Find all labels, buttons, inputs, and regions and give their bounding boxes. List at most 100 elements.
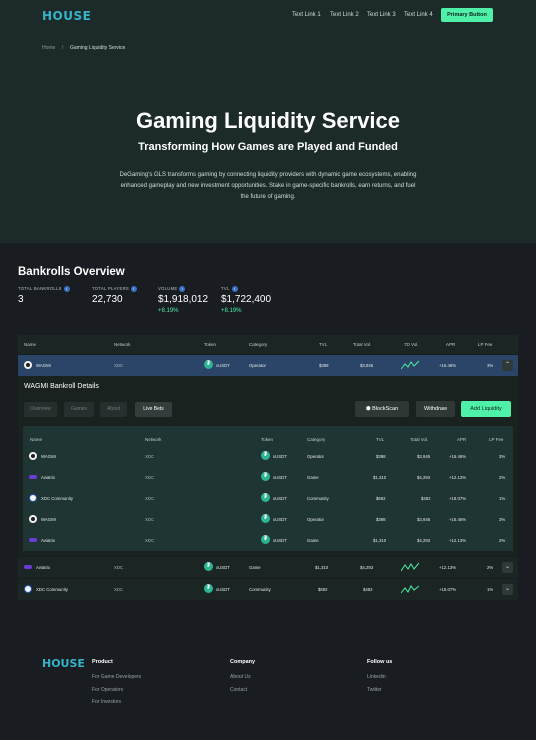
- hero-section: HOUSE Text Link 1 Text Link 2 Text Link …: [0, 0, 536, 243]
- row-tvl: $1,310: [373, 475, 387, 480]
- logo[interactable]: HOUSE: [42, 9, 91, 23]
- row-category: Community: [249, 587, 271, 592]
- xdc-avatar-icon: [29, 494, 37, 502]
- bankroll-details-panel: WAGMI Bankroll Details Overview Games Ab…: [18, 376, 518, 556]
- footer-link-linkedin[interactable]: Linkedin: [367, 674, 386, 680]
- row-token: xUSDT: [216, 565, 230, 570]
- column-header-apr[interactable]: APR: [446, 342, 455, 347]
- row-apr: +16.46%: [449, 517, 467, 522]
- row-name: Aviatrix: [36, 565, 51, 570]
- info-icon[interactable]: i: [131, 286, 138, 292]
- row-tvl: $692: [318, 587, 328, 592]
- row-total-vol: $3,945: [360, 363, 374, 368]
- column-header-token[interactable]: Token: [261, 437, 273, 442]
- table-header: Name Network Token Category TVL Total Vo…: [18, 335, 518, 354]
- chevron-up-icon[interactable]: ⌃: [502, 360, 513, 371]
- column-header-total-vol[interactable]: Total Vol.: [353, 342, 371, 347]
- row-token: xUSDT: [216, 587, 230, 592]
- row-apr: +18.07%: [439, 587, 457, 592]
- footer-link-investors[interactable]: For Investors: [92, 699, 121, 705]
- detail-table: Name Network Token Category TVL Total Vo…: [23, 426, 513, 551]
- info-icon[interactable]: i: [231, 286, 238, 292]
- column-header-lp-fee[interactable]: LP Fee: [478, 342, 492, 347]
- row-total-vol: $4,293: [417, 475, 431, 480]
- tab-overview[interactable]: Overview: [24, 402, 57, 417]
- sparkline-icon: [401, 585, 419, 594]
- footer-link-game-developers[interactable]: For Game Developers: [92, 674, 141, 680]
- column-header-network[interactable]: Network: [145, 437, 162, 442]
- stat-value-volume: $1,918,012: [158, 294, 209, 305]
- aviatrix-avatar-icon: [29, 538, 37, 542]
- footer-heading-company: Company: [230, 659, 256, 665]
- tab-about[interactable]: About: [100, 402, 127, 417]
- row-network: XDC: [145, 517, 155, 522]
- footer-link-about[interactable]: About Us: [230, 674, 251, 680]
- info-icon[interactable]: i: [179, 286, 186, 292]
- column-header-tvl[interactable]: TVL: [376, 437, 384, 442]
- row-tvl: $398: [376, 517, 386, 522]
- table-row[interactable]: XDC Community XDC ₮ xUSDT Community $692…: [23, 488, 513, 509]
- table-row[interactable]: WAGMI XDC ₮ xUSDT Operator $398 $3,945 +…: [18, 355, 518, 376]
- table-row[interactable]: XDC Community XDC ₮ xUSDT Community $692…: [18, 579, 518, 600]
- row-total-vol: $482: [421, 496, 431, 501]
- row-apr: +18.07%: [449, 496, 467, 501]
- table-row[interactable]: WAGMI XDC ₮ xUSDT Operator $398 $3,945 +…: [23, 446, 513, 467]
- table-row[interactable]: Aviatrix XDC ₮ xUSDT Game $1,310 $4,293 …: [23, 467, 513, 488]
- info-icon[interactable]: i: [63, 286, 70, 292]
- stat-label-text: TOTAL PLAYERS: [92, 286, 130, 292]
- column-header-token[interactable]: Token: [204, 342, 216, 347]
- row-tvl: $1,310: [315, 565, 329, 570]
- column-header-category[interactable]: Category: [307, 437, 325, 442]
- chevron-down-icon[interactable]: ⌄: [502, 584, 513, 595]
- primary-button[interactable]: Primary Button: [441, 8, 493, 22]
- column-header-name[interactable]: Name: [30, 437, 42, 442]
- row-tvl: $1,310: [373, 538, 387, 543]
- footer-link-twitter[interactable]: Twitter: [367, 687, 382, 693]
- row-name: WAGMI: [41, 454, 56, 459]
- row-token: xUSDT: [273, 538, 287, 543]
- column-header-total-vol[interactable]: Total Vol.: [410, 437, 428, 442]
- sparkline-icon: [401, 360, 419, 370]
- row-total-vol: $482: [363, 587, 373, 592]
- footer-link-contact[interactable]: Contact: [230, 687, 247, 693]
- table-row[interactable]: WAGMI XDC ₮ xUSDT Operator $398 $3,945 +…: [23, 509, 513, 530]
- tether-token-icon: ₮: [261, 535, 270, 544]
- footer-logo[interactable]: HOUSE: [42, 657, 85, 670]
- tab-games[interactable]: Games: [64, 402, 94, 417]
- stat-label-text: TVL: [221, 286, 230, 292]
- row-apr: +12.13%: [439, 565, 457, 570]
- row-name: Aviatrix: [41, 538, 56, 543]
- column-header-lp-fee[interactable]: LP Fee: [489, 437, 503, 442]
- wagmi-avatar-icon: [24, 361, 32, 369]
- row-name: XDC Community: [41, 496, 73, 501]
- chevron-down-icon[interactable]: ⌄: [502, 562, 513, 573]
- nav-link-1[interactable]: Text Link 1: [292, 12, 321, 18]
- row-token: xUSDT: [273, 517, 287, 522]
- page-subtitle: Transforming How Games are Played and Fu…: [138, 141, 398, 153]
- nav-link-3[interactable]: Text Link 3: [367, 12, 396, 18]
- breadcrumb-home[interactable]: Home: [42, 45, 55, 51]
- row-token: xUSDT: [273, 475, 287, 480]
- column-header-category[interactable]: Category: [249, 342, 267, 347]
- xdc-avatar-icon: [24, 585, 32, 593]
- row-apr: +12.13%: [449, 475, 467, 480]
- column-header-7d-vol[interactable]: 7D Vol.: [404, 342, 419, 347]
- hero-description: DeGaming's GLS transforms gaming by conn…: [119, 172, 417, 200]
- row-category: Operator: [249, 363, 266, 368]
- nav-link-4[interactable]: Text Link 4: [404, 12, 433, 18]
- row-network: XDC: [114, 565, 124, 570]
- blockscan-button[interactable]: ⬢ BlockScan: [355, 401, 409, 417]
- add-liquidity-button[interactable]: Add Liquidity: [461, 401, 511, 417]
- table-row[interactable]: Aviatrix XDC ₮ xUSDT Game $1,310 $4,293 …: [23, 530, 513, 551]
- stat-label-players: TOTAL PLAYERS i: [92, 286, 138, 292]
- nav-link-2[interactable]: Text Link 2: [330, 12, 359, 18]
- table-row[interactable]: Aviatrix XDC ₮ xUSDT Game $1,310 $4,293 …: [18, 557, 518, 578]
- column-header-tvl[interactable]: TVL: [319, 342, 327, 347]
- row-lp-fee: 3%: [499, 517, 506, 522]
- column-header-apr[interactable]: APR: [457, 437, 466, 442]
- column-header-network[interactable]: Network: [114, 342, 131, 347]
- footer-link-operators[interactable]: For Operators: [92, 687, 123, 693]
- tab-live-bets[interactable]: Live Bets: [135, 402, 172, 417]
- withdraw-button[interactable]: Withdraw: [416, 401, 455, 417]
- column-header-name[interactable]: Name: [24, 342, 36, 347]
